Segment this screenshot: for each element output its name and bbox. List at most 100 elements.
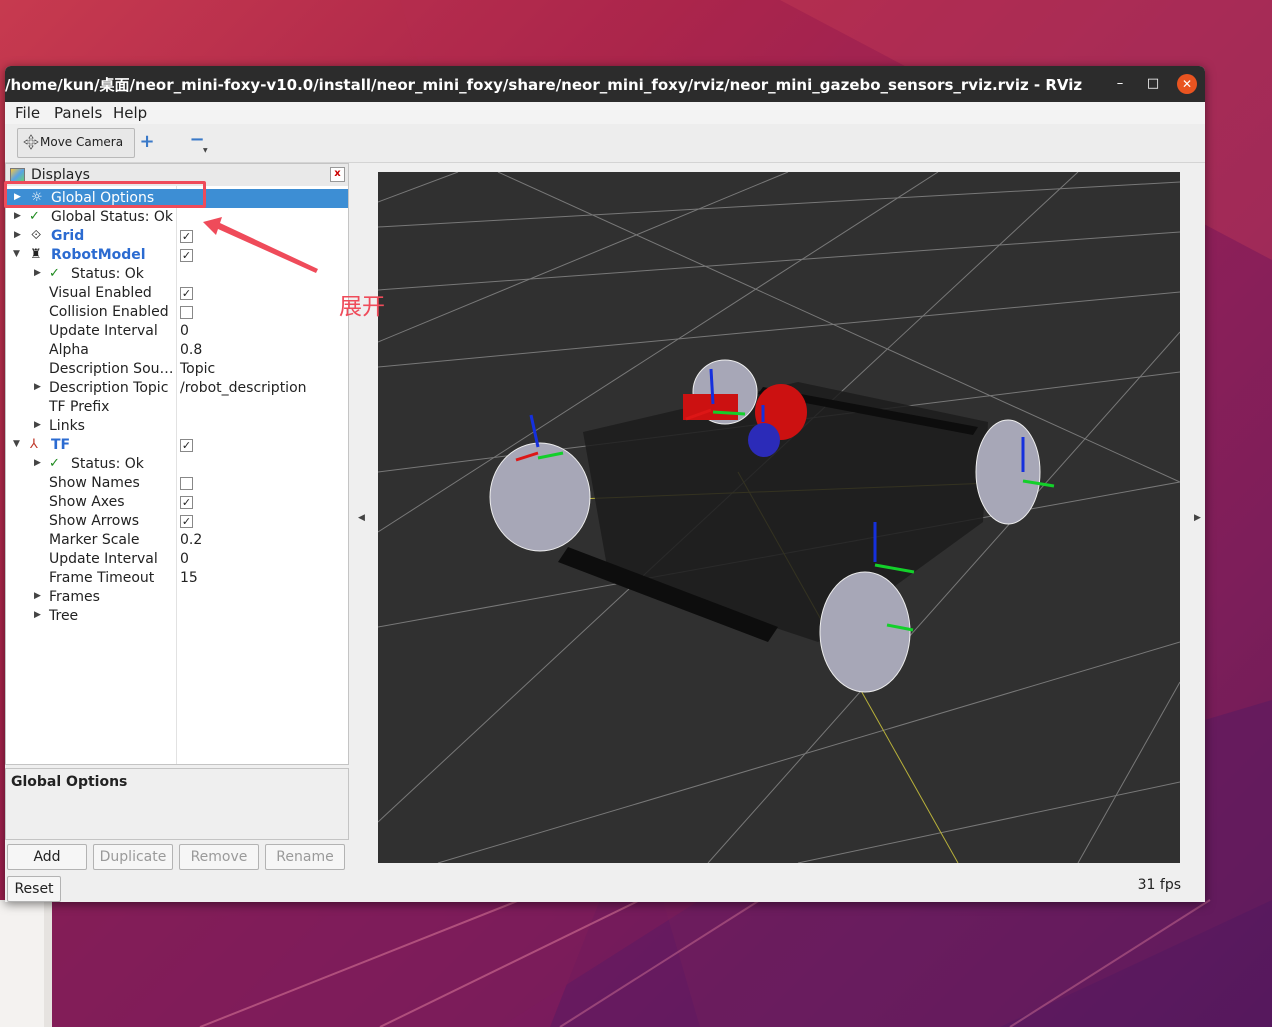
title-bar[interactable]: /home/kun/桌面/neor_mini-foxy-v10.0/instal… (5, 66, 1205, 102)
duplicate-button[interactable]: Duplicate (93, 844, 173, 870)
add-button[interactable]: Add (7, 844, 87, 870)
row-label: Show Arrows (49, 513, 140, 529)
row-label: Status: Ok (71, 456, 144, 472)
close-button[interactable]: ✕ (1177, 74, 1197, 94)
tf-enabled-checkbox[interactable]: ✓ (180, 439, 193, 452)
grid-enabled-checkbox[interactable]: ✓ (180, 230, 193, 243)
check-icon: ✓ (49, 456, 60, 471)
robotmodel-enabled-checkbox[interactable]: ✓ (180, 249, 193, 262)
tree-row-tf-update-interval[interactable]: Update Interval 0 (6, 550, 348, 569)
row-value[interactable]: 0 (180, 551, 189, 567)
description-title: Global Options (11, 774, 128, 790)
robot-scene-render (377, 171, 1181, 864)
collapse-right-icon[interactable]: ▶ (1194, 513, 1201, 523)
row-label: Links (49, 418, 85, 434)
check-icon: ✓ (29, 209, 40, 224)
menu-file[interactable]: File (15, 104, 40, 122)
expand-arrow-icon[interactable]: ▶ (34, 420, 41, 430)
expand-arrow-icon[interactable]: ▶ (14, 211, 21, 221)
show-names-checkbox[interactable] (180, 477, 193, 490)
tree-row-tf-prefix[interactable]: TF Prefix (6, 398, 348, 417)
collapse-left-icon[interactable]: ◀ (358, 513, 365, 523)
collapse-arrow-icon[interactable]: ▼ (13, 249, 20, 259)
row-label: Show Axes (49, 494, 125, 510)
row-value[interactable]: 0.8 (180, 342, 202, 358)
remove-button[interactable]: Remove (179, 844, 259, 870)
tree-row-show-arrows[interactable]: Show Arrows ✓ (6, 512, 348, 531)
remove-tool-dropdown-icon[interactable]: ▼ (203, 147, 208, 154)
toolbar: Move Camera + − ▼ (5, 124, 1205, 163)
expand-arrow-icon[interactable]: ▶ (34, 268, 41, 278)
displays-close-button[interactable]: x (330, 167, 345, 182)
tree-row-tree[interactable]: ▶ Tree (6, 607, 348, 626)
tree-row-frames[interactable]: ▶ Frames (6, 588, 348, 607)
row-label: Alpha (49, 342, 89, 358)
expand-arrow-icon[interactable]: ▶ (34, 458, 41, 468)
move-camera-icon (23, 134, 39, 150)
rename-button[interactable]: Rename (265, 844, 345, 870)
description-panel: Global Options (5, 768, 349, 840)
row-label: Visual Enabled (49, 285, 152, 301)
row-value[interactable]: 15 (180, 570, 198, 586)
row-label: Update Interval (49, 323, 158, 339)
tree-row-tf-status[interactable]: ▶ ✓ Status: Ok (6, 455, 348, 474)
row-label: Status: Ok (71, 266, 144, 282)
row-label: TF Prefix (49, 399, 110, 415)
menu-bar: File Panels Help (5, 102, 1205, 124)
row-label: Description Sou… (49, 361, 174, 377)
window-title: /home/kun/桌面/neor_mini-foxy-v10.0/instal… (5, 76, 1083, 94)
tf-axes-icon: ⅄ (30, 437, 38, 452)
check-icon: ✓ (49, 266, 60, 281)
row-label: RobotModel (51, 247, 146, 263)
expand-arrow-icon[interactable]: ▶ (34, 591, 41, 601)
row-label: Marker Scale (49, 532, 140, 548)
move-camera-tool[interactable]: Move Camera (17, 128, 135, 158)
annotation-label: 展开 (339, 294, 385, 320)
tree-row-show-axes[interactable]: Show Axes ✓ (6, 493, 348, 512)
row-label: Tree (49, 608, 79, 624)
show-axes-checkbox[interactable]: ✓ (180, 496, 193, 509)
fps-counter: 31 fps (1137, 877, 1181, 893)
expand-arrow-icon[interactable]: ▶ (34, 610, 41, 620)
row-label: TF (51, 437, 71, 453)
visual-enabled-checkbox[interactable]: ✓ (180, 287, 193, 300)
move-camera-label: Move Camera (40, 135, 124, 149)
row-value[interactable]: Topic (180, 361, 215, 377)
row-label: Grid (51, 228, 85, 244)
collision-enabled-checkbox[interactable] (180, 306, 193, 319)
add-tool-button[interactable]: + (138, 133, 156, 151)
tree-row-tf[interactable]: ▼ ⅄ TF ✓ (6, 436, 348, 455)
tree-row-show-names[interactable]: Show Names (6, 474, 348, 493)
highlight-annotation-box (4, 181, 206, 208)
tree-row-marker-scale[interactable]: Marker Scale 0.2 (6, 531, 348, 550)
maximize-button[interactable]: □ (1143, 74, 1163, 94)
annotation-arrow-icon (203, 217, 318, 273)
menu-help[interactable]: Help (113, 104, 147, 122)
expand-arrow-icon[interactable]: ▶ (14, 230, 21, 240)
row-value[interactable]: 0 (180, 323, 189, 339)
row-label: Frames (49, 589, 100, 605)
tree-row-frame-timeout[interactable]: Frame Timeout 15 (6, 569, 348, 588)
row-label: Frame Timeout (49, 570, 155, 586)
collapse-arrow-icon[interactable]: ▼ (13, 439, 20, 449)
row-value[interactable]: /robot_description (180, 380, 307, 396)
expand-arrow-icon[interactable]: ▶ (34, 382, 41, 392)
tree-row-description-source[interactable]: Description Sou… Topic (6, 360, 348, 379)
tree-row-collision-enabled[interactable]: Collision Enabled (6, 303, 348, 322)
reset-button[interactable]: Reset (7, 876, 61, 902)
desktop-side-window-edge (44, 900, 52, 1027)
tree-row-alpha[interactable]: Alpha 0.8 (6, 341, 348, 360)
tree-row-visual-enabled[interactable]: Visual Enabled ✓ (6, 284, 348, 303)
minimize-button[interactable]: – (1110, 74, 1130, 94)
row-label: Update Interval (49, 551, 158, 567)
tree-row-links[interactable]: ▶ Links (6, 417, 348, 436)
row-label: Show Names (49, 475, 140, 491)
row-value[interactable]: 0.2 (180, 532, 202, 548)
show-arrows-checkbox[interactable]: ✓ (180, 515, 193, 528)
grid-icon: ⟐ (31, 228, 42, 243)
row-label: Collision Enabled (49, 304, 169, 320)
tree-row-description-topic[interactable]: ▶ Description Topic /robot_description (6, 379, 348, 398)
3d-render-viewport[interactable] (377, 171, 1181, 864)
tree-row-update-interval[interactable]: Update Interval 0 (6, 322, 348, 341)
menu-panels[interactable]: Panels (54, 104, 102, 122)
